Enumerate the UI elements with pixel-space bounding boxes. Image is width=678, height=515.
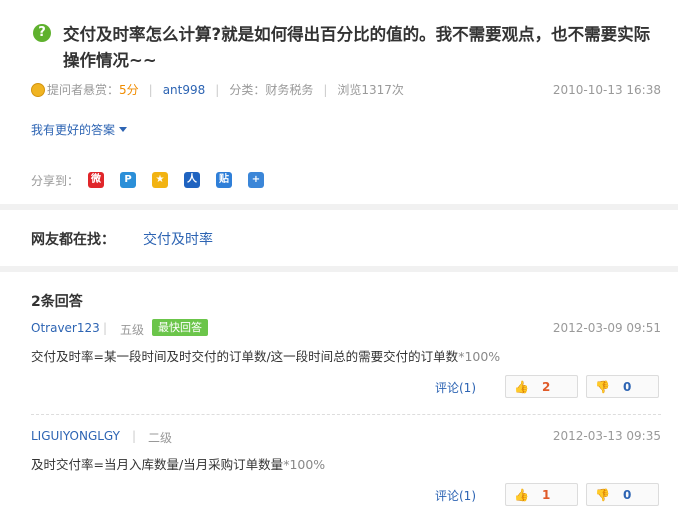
question-date: 2010-10-13 16:38	[552, 83, 661, 97]
coin-icon	[31, 83, 45, 97]
downvote-count: 0	[623, 488, 632, 502]
answer-username[interactable]: Otraver123	[31, 321, 100, 335]
reward-value: 5分	[119, 83, 139, 97]
thumbs-down-icon: 👎	[595, 380, 610, 394]
better-answer-label: 我有更好的答案	[31, 123, 116, 137]
meta-separator: |	[132, 429, 137, 443]
qq-space-icon[interactable]: ★	[152, 172, 168, 188]
answer-divider	[31, 414, 661, 415]
more-share-icon[interactable]: +	[248, 172, 264, 188]
answers-card: 2条回答 Otraver123 | 五级 最快回答 2012-03-09 09:…	[0, 272, 678, 515]
upvote-button[interactable]: 👍 2	[505, 375, 578, 398]
question-mark-icon: ?	[33, 24, 51, 42]
qzone-icon[interactable]: P	[120, 172, 136, 188]
answer-level: 二级	[148, 431, 173, 445]
thumbs-down-icon: 👎	[595, 488, 610, 502]
view-count: 浏览1317次	[337, 83, 404, 97]
better-answer-button[interactable]: 我有更好的答案	[31, 121, 128, 138]
tieba-icon[interactable]: 贴	[216, 172, 232, 188]
answer-suffix: *100%	[283, 457, 326, 472]
weibo-icon[interactable]: 微	[88, 172, 104, 188]
category-label: 分类：财务税务	[229, 83, 314, 97]
comment-link[interactable]: 评论(1)	[435, 379, 476, 396]
answer-item: LIGUIYONGLGY | 二级 2012-03-13 09:35 及时交付率…	[31, 429, 661, 509]
thumbs-up-icon: 👍	[514, 380, 529, 394]
answer-level: 五级	[120, 323, 145, 337]
answer-suffix: *100%	[458, 349, 501, 364]
related-search-card: 网友都在找： 交付及时率	[0, 210, 678, 266]
answer-text: 及时交付率=当月入库数量/当月采购订单数量*100%	[31, 454, 325, 473]
answer-date: 2012-03-09 09:51	[552, 321, 661, 335]
related-search-link[interactable]: 交付及时率	[143, 229, 213, 249]
fastest-answer-badge: 最快回答	[152, 319, 208, 336]
meta-separator: |	[148, 83, 153, 97]
downvote-button[interactable]: 👎 0	[586, 483, 659, 506]
downvote-button[interactable]: 👎 0	[586, 375, 659, 398]
upvote-count: 1	[542, 488, 551, 502]
share-label: 分享到：	[31, 174, 80, 188]
thumbs-up-icon: 👍	[514, 488, 529, 502]
answer-body: 及时交付率=当月入库数量/当月采购订单数量	[31, 457, 284, 472]
question-meta: 提问者悬赏：5分 | ant998 | 分类：财务税务 | 浏览1317次 2010-10-…	[31, 82, 661, 98]
reward-label: 提问者悬赏：	[47, 83, 120, 97]
renren-icon[interactable]: 人	[184, 172, 200, 188]
answer-date: 2012-03-13 09:35	[552, 429, 661, 443]
answer-username[interactable]: LIGUIYONGLGY	[31, 429, 120, 443]
comment-link[interactable]: 评论(1)	[435, 487, 476, 504]
answer-count: 2条回答	[31, 294, 83, 310]
question-card: ? 交付及时率怎么计算?就是如何得出百分比的值的。我不需要观点，也不需要实际操作…	[0, 0, 678, 204]
meta-separator: |	[323, 83, 328, 97]
chevron-down-icon	[119, 127, 128, 132]
meta-separator: |	[215, 83, 220, 97]
upvote-button[interactable]: 👍 1	[505, 483, 578, 506]
upvote-count: 2	[542, 380, 551, 394]
answer-body: 交付及时率=某一段时间及时交付的订单数/这一段时间总的需要交付的订单数	[31, 349, 459, 364]
related-search-label: 网友都在找：	[31, 232, 115, 248]
downvote-count: 0	[623, 380, 632, 394]
question-title: 交付及时率怎么计算?就是如何得出百分比的值的。我不需要观点，也不需要实际操作情况…	[63, 25, 651, 70]
meta-separator: |	[103, 321, 108, 335]
answer-text: 交付及时率=某一段时间及时交付的订单数/这一段时间总的需要交付的订单数*100%	[31, 346, 500, 365]
asker-link[interactable]: ant998	[163, 83, 206, 97]
answer-item: Otraver123 | 五级 最快回答 2012-03-09 09:51 交付…	[31, 319, 661, 401]
